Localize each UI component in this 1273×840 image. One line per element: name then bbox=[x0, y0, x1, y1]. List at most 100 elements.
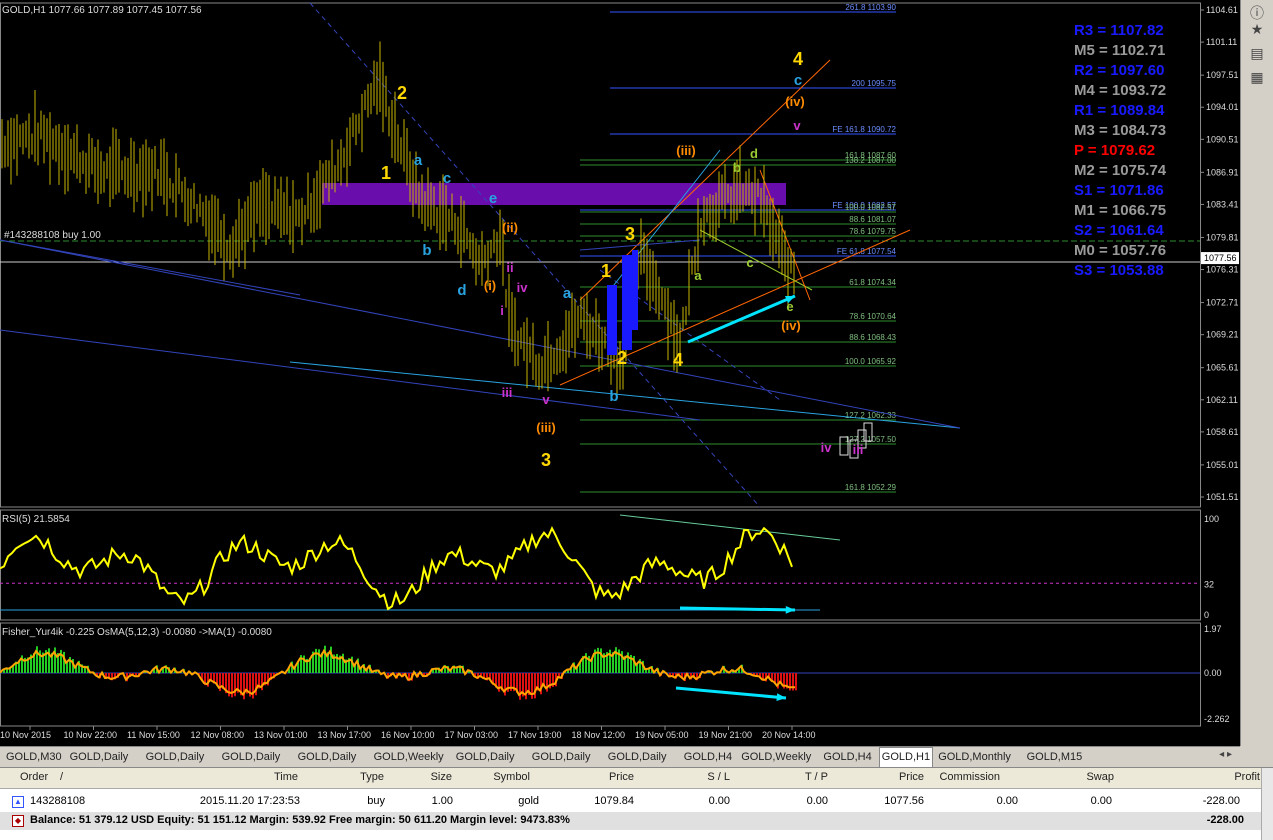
price-axis-label: 1083.41 bbox=[1206, 199, 1239, 209]
balance-icon: ◆ bbox=[12, 815, 24, 827]
trend-line bbox=[0, 240, 300, 295]
fisher-level-label: 0.00 bbox=[1204, 668, 1222, 678]
chart-area[interactable]: 1104.611101.111097.511094.011090.511086.… bbox=[0, 0, 1240, 746]
terminal-column-header[interactable]: Symbol bbox=[493, 771, 530, 783]
price-axis-label: 1051.51 bbox=[1206, 492, 1239, 502]
chart-tab[interactable]: GOLD,Daily bbox=[68, 749, 131, 765]
rsi-label: RSI(5) 21.5854 bbox=[2, 514, 70, 525]
order-cell: 1077.56 bbox=[884, 795, 924, 807]
chart-tab[interactable]: GOLD,Daily bbox=[606, 749, 669, 765]
wave-label: c bbox=[746, 255, 753, 270]
chart-tab[interactable]: GOLD,M30 bbox=[4, 749, 64, 765]
properties-icon[interactable]: ▦ bbox=[1247, 68, 1267, 86]
balance-profit: -228.00 bbox=[1207, 814, 1244, 826]
fib-label: FE 61.8 1077.54 bbox=[837, 247, 897, 256]
balance-row: ◆ Balance: 51 379.12 USD Equity: 51 151.… bbox=[0, 812, 1262, 830]
wave-label: d bbox=[750, 146, 758, 161]
fib-label: 200 1095.75 bbox=[852, 79, 897, 88]
terminal-column-header[interactable]: Type bbox=[360, 771, 384, 783]
impulse-bar bbox=[607, 285, 617, 355]
fib-label: 100.0 1065.92 bbox=[845, 357, 897, 366]
chart-tab[interactable]: GOLD,H1 bbox=[879, 747, 933, 767]
wave-label: iii bbox=[853, 442, 864, 457]
chart-tab[interactable]: GOLD,Daily bbox=[530, 749, 593, 765]
terminal-scrollbar[interactable] bbox=[1261, 768, 1273, 840]
pivot-level: M2 = 1075.74 bbox=[1074, 162, 1166, 179]
time-axis-label: 13 Nov 17:00 bbox=[318, 730, 372, 740]
time-axis-label: 20 Nov 14:00 bbox=[762, 730, 816, 740]
wave-label: 2 bbox=[397, 83, 407, 103]
order-cell: buy bbox=[367, 795, 385, 807]
wave-label: 4 bbox=[673, 350, 683, 370]
wave-label: e bbox=[489, 190, 497, 207]
trend-line bbox=[0, 330, 700, 420]
wave-label: a bbox=[414, 152, 423, 169]
price-axis-label: 1104.61 bbox=[1206, 5, 1238, 15]
terminal-column-header[interactable]: S / L bbox=[707, 771, 730, 783]
favorites-icon[interactable]: ★ bbox=[1247, 20, 1267, 38]
trend-line bbox=[700, 230, 812, 290]
terminal-column-header[interactable]: Swap bbox=[1086, 771, 1114, 783]
fib-label: 100.0 1082.57 bbox=[845, 203, 897, 212]
wave-label: 1 bbox=[601, 261, 611, 281]
pivot-level: M4 = 1093.72 bbox=[1074, 82, 1166, 99]
wave-label: 1 bbox=[381, 163, 391, 183]
buy-order-icon: ▲ bbox=[12, 796, 24, 808]
price-axis-label: 1094.01 bbox=[1206, 102, 1239, 112]
chart-tab[interactable]: GOLD,Daily bbox=[144, 749, 207, 765]
fib-label: 261.8 1103.90 bbox=[845, 3, 896, 12]
terminal-column-header[interactable]: Commission bbox=[939, 771, 1000, 783]
pivot-level: M5 = 1102.71 bbox=[1074, 42, 1165, 59]
wave-label: a bbox=[563, 285, 572, 302]
terminal-column-header[interactable]: Size bbox=[431, 771, 452, 783]
terminal-column-header[interactable]: Price bbox=[899, 771, 924, 783]
chart-tab[interactable]: GOLD,Weekly bbox=[739, 749, 813, 765]
wave-label: (i) bbox=[484, 278, 496, 293]
osma-bar bbox=[795, 673, 797, 690]
terminal-column-header[interactable]: / bbox=[60, 771, 63, 783]
rsi-line bbox=[0, 528, 792, 609]
terminal-column-header[interactable]: T / P bbox=[805, 771, 828, 783]
pivot-level: R3 = 1107.82 bbox=[1074, 22, 1164, 39]
rsi-level-label: 0 bbox=[1204, 610, 1209, 620]
right-toolbar: ⓘ ★ ▤ ▦ bbox=[1240, 0, 1273, 746]
terminal-column-header[interactable]: Price bbox=[609, 771, 634, 783]
terminal-header: Order / Time Type Size Symbol Price S / L T / P P… bbox=[0, 768, 1262, 789]
current-price-label: 1077.56 bbox=[1204, 253, 1237, 263]
rsi-arrow-head bbox=[786, 606, 795, 614]
time-axis-label: 10 Nov 22:00 bbox=[64, 730, 118, 740]
order-cell: 2015.11.20 17:23:53 bbox=[200, 795, 300, 807]
chart-tab[interactable]: GOLD,Daily bbox=[454, 749, 517, 765]
terminal-column-header[interactable]: Time bbox=[274, 771, 298, 783]
tab-scroll-arrows[interactable]: ◂ ▸ bbox=[1219, 749, 1232, 760]
price-axis-label: 1079.81 bbox=[1206, 232, 1239, 242]
order-cell: 0.00 bbox=[709, 795, 730, 807]
template-icon[interactable]: ▤ bbox=[1247, 44, 1267, 62]
wave-label: ii bbox=[506, 260, 513, 275]
wave-label: (iii) bbox=[676, 143, 696, 158]
chart-tab[interactable]: GOLD,H4 bbox=[821, 749, 873, 765]
chart-tab[interactable]: GOLD,Monthly bbox=[936, 749, 1013, 765]
trend-line bbox=[620, 515, 840, 540]
order-cell: gold bbox=[518, 795, 539, 807]
fib-label: 78.6 1070.64 bbox=[849, 312, 896, 321]
chart-tab[interactable]: GOLD,Daily bbox=[296, 749, 359, 765]
chart-tab[interactable]: GOLD,H4 bbox=[682, 749, 734, 765]
wave-label: 2 bbox=[617, 348, 627, 368]
fisher-label: Fisher_Yur4ik -0.225 OsMA(5,12,3) -0.008… bbox=[2, 627, 272, 638]
wave-label: (iv) bbox=[781, 318, 801, 333]
trend-line bbox=[290, 362, 960, 428]
price-axis-label: 1055.01 bbox=[1206, 460, 1239, 470]
wave-label: iii bbox=[502, 385, 513, 400]
terminal-column-header[interactable]: Order bbox=[20, 771, 48, 783]
wave-label: b bbox=[609, 388, 618, 405]
chart-tab[interactable]: GOLD,M15 bbox=[1025, 749, 1085, 765]
fib-label: FE 161.8 1090.72 bbox=[832, 125, 896, 134]
terminal-column-header[interactable]: Profit bbox=[1234, 771, 1260, 783]
fib-label: 138.2 1087.00 bbox=[845, 156, 897, 165]
chart-tab[interactable]: GOLD,Weekly bbox=[372, 749, 446, 765]
pivot-level: R1 = 1089.84 bbox=[1074, 102, 1165, 119]
chart-tab[interactable]: GOLD,Daily bbox=[220, 749, 283, 765]
order-row[interactable]: ▲1432881082015.11.20 17:23:53buy1.00gold… bbox=[0, 792, 1262, 810]
price-axis-label: 1058.61 bbox=[1206, 427, 1239, 437]
